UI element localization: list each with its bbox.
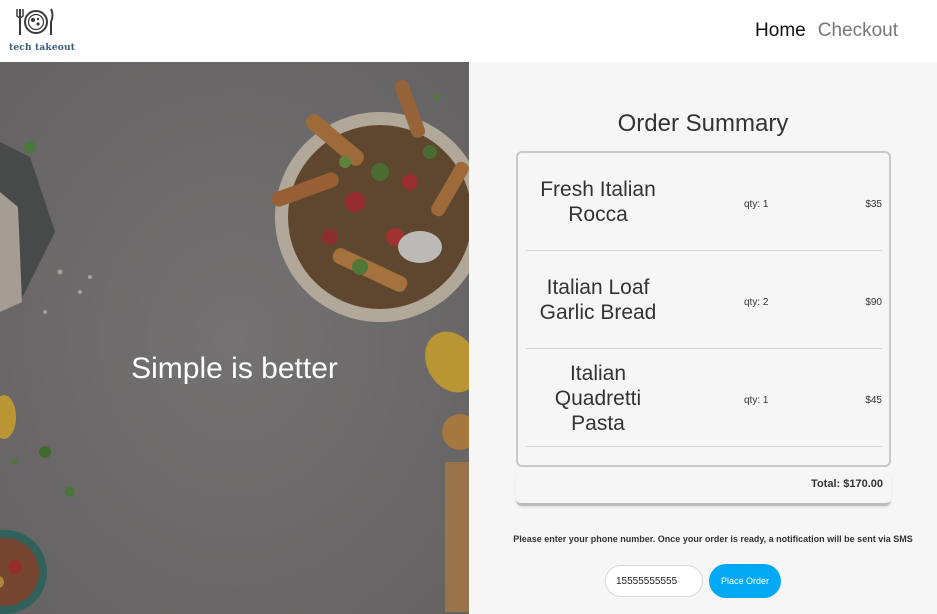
order-item-qty: qty: 1 <box>744 199 769 210</box>
order-item-name: Italian Quadretti Pasta <box>554 361 642 435</box>
order-item-price: $90 <box>865 297 882 308</box>
top-navbar: tech takeout Home Checkout <box>0 0 937 62</box>
order-item-name: Italian Loaf Garlic Bread <box>539 276 657 324</box>
brand-name: tech takeout <box>9 43 76 53</box>
order-total: Total: $170.00 <box>811 478 883 490</box>
order-item: Italian Quadretti Pasta qty: 1 $45 <box>526 349 882 447</box>
phone-number-input[interactable] <box>605 565 703 597</box>
order-item-qty: qty: 1 <box>744 395 769 406</box>
order-item: Italian Loaf Garlic Bread qty: 2 $90 <box>526 251 882 349</box>
order-item-price: $45 <box>865 395 882 406</box>
hero-overlay <box>0 62 469 614</box>
order-summary-title: Order Summary <box>617 110 789 137</box>
main-nav: Home Checkout <box>755 20 898 42</box>
nav-checkout-link[interactable]: Checkout <box>818 20 898 42</box>
order-total-row: Total: $170.00 <box>516 474 891 506</box>
hero-title: Simple is better <box>131 352 338 385</box>
order-item-price: $35 <box>865 199 882 210</box>
order-panel: Order Summary Fresh Italian Rocca qty: 1… <box>469 62 937 614</box>
nav-home-link[interactable]: Home <box>755 20 806 42</box>
plate-utensils-icon <box>16 8 54 35</box>
order-items-list[interactable]: Fresh Italian Rocca qty: 1 $35 Italian L… <box>516 151 891 467</box>
order-item-qty: qty: 2 <box>744 297 769 308</box>
hero-banner: Simple is better <box>0 62 469 614</box>
order-item-name: Fresh Italian Rocca <box>540 178 656 226</box>
place-order-button[interactable]: Place Order <box>709 564 781 598</box>
brand-logo[interactable]: tech takeout <box>8 6 75 56</box>
phone-instructions: Please enter your phone number. Once you… <box>513 534 913 544</box>
order-item: Fresh Italian Rocca qty: 1 $35 <box>526 153 882 251</box>
